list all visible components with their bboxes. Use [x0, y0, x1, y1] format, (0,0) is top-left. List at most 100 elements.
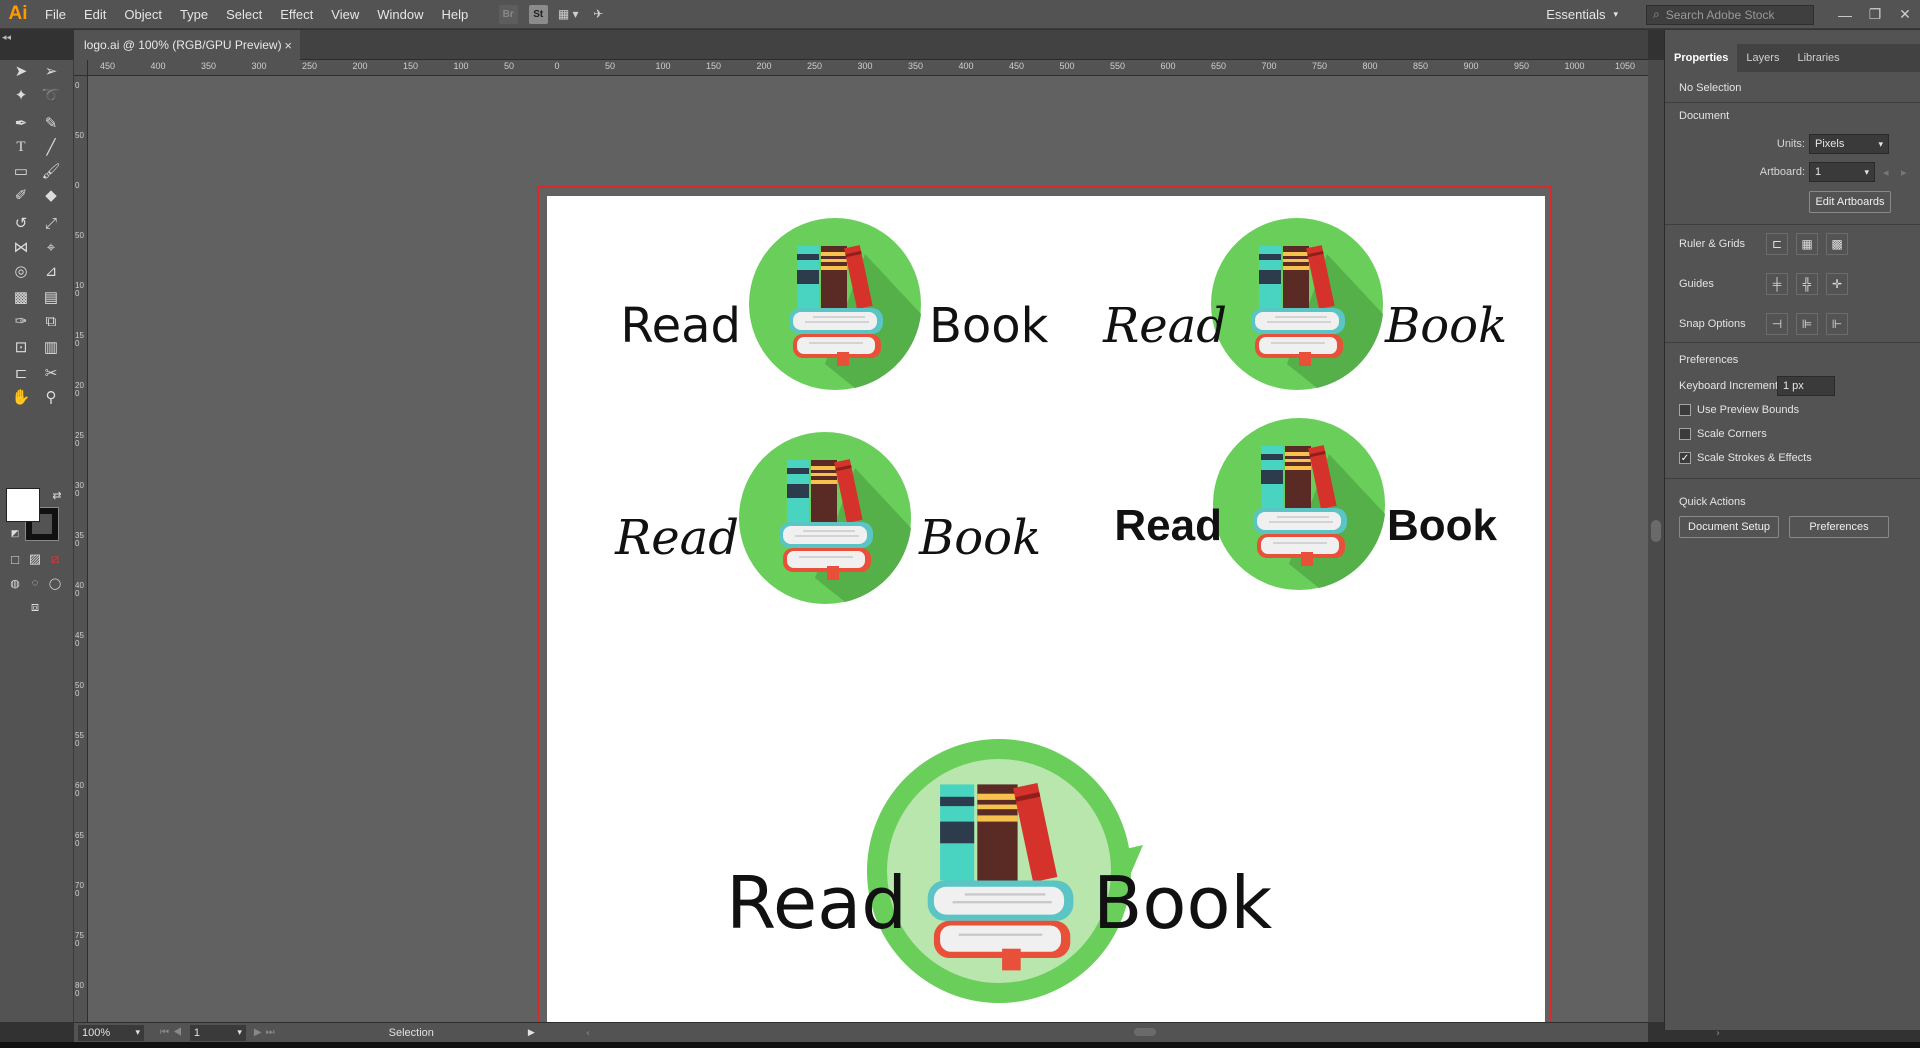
- canvas[interactable]: Read Book Read Book Read Book Read Book Read Book: [88, 76, 1648, 1022]
- paintbrush-tool-icon[interactable]: 🖌: [38, 160, 64, 182]
- default-colors-icon[interactable]: ◩: [2, 522, 28, 544]
- column-graph-tool-icon[interactable]: ▥: [38, 336, 64, 358]
- checkmark-icon[interactable]: ✓: [1679, 452, 1691, 464]
- menu-type[interactable]: Type: [171, 0, 217, 29]
- width-tool-icon[interactable]: ⋈: [8, 236, 34, 258]
- eraser-tool-icon[interactable]: ◆: [38, 184, 64, 206]
- artboard-tool-icon[interactable]: ⊏: [8, 362, 34, 384]
- fill-swatch[interactable]: [6, 488, 40, 522]
- pen-tool-icon[interactable]: ✒: [8, 112, 34, 134]
- zoom-select[interactable]: 100% ▾: [78, 1024, 144, 1041]
- snap-to-grid-icon[interactable]: ⊫: [1796, 313, 1818, 335]
- swap-colors-icon[interactable]: ⇄: [44, 484, 70, 506]
- ruler-corner[interactable]: [74, 60, 88, 76]
- ruler-toggle-icon[interactable]: ⊏: [1766, 233, 1788, 255]
- logo-group[interactable]: Read Book: [614, 432, 1041, 604]
- document-tab[interactable]: logo.ai @ 100% (RGB/GPU Preview) ×: [74, 30, 300, 60]
- direct-selection-tool-icon[interactable]: ➢: [38, 60, 64, 82]
- artboard-number-select[interactable]: 1 ▾: [189, 1024, 246, 1041]
- restore-button[interactable]: ❐: [1860, 6, 1890, 23]
- horizontal-scrollbar-thumb[interactable]: [1134, 1028, 1156, 1036]
- edit-artboards-button[interactable]: Edit Artboards: [1809, 191, 1891, 213]
- magic-wand-tool-icon[interactable]: ✦: [8, 84, 34, 106]
- bridge-icon[interactable]: Br: [497, 4, 519, 24]
- units-select[interactable]: Pixels ▾: [1809, 134, 1889, 154]
- selection-tool-icon[interactable]: ➤: [8, 60, 34, 82]
- symbol-sprayer-tool-icon[interactable]: ⊡: [8, 336, 34, 358]
- shape-builder-tool-icon[interactable]: ◎: [8, 260, 34, 282]
- free-transform-tool-icon[interactable]: ⌖: [38, 236, 64, 258]
- preferences-button[interactable]: Preferences: [1789, 516, 1889, 538]
- show-guides-icon[interactable]: ╪: [1766, 273, 1788, 295]
- document-setup-button[interactable]: Document Setup: [1679, 516, 1779, 538]
- snap-to-pixel-icon[interactable]: ⊩: [1826, 313, 1848, 335]
- menu-view[interactable]: View: [322, 0, 368, 29]
- workspace-switcher[interactable]: Essentials ▾: [1546, 7, 1618, 22]
- rectangle-tool-icon[interactable]: ▭: [8, 160, 34, 182]
- gpu-performance-icon[interactable]: ✈: [587, 4, 609, 24]
- next-artboard-icon[interactable]: ▸: [1901, 166, 1907, 179]
- artboard-next-last-icons[interactable]: ▶⏭: [254, 1027, 279, 1038]
- grid-toggle-icon[interactable]: ▦: [1796, 233, 1818, 255]
- checkbox-box[interactable]: [1679, 404, 1691, 416]
- screen-mode-icon[interactable]: ⧈: [22, 596, 48, 618]
- menu-file[interactable]: File: [36, 0, 75, 29]
- menu-object[interactable]: Object: [115, 0, 171, 29]
- keyboard-increment-input[interactable]: 1 px: [1777, 376, 1835, 396]
- menu-window[interactable]: Window: [368, 0, 432, 29]
- draw-inside-icon[interactable]: ◯: [42, 572, 68, 594]
- rotate-tool-icon[interactable]: ↺: [8, 212, 34, 234]
- use-preview-bounds-checkbox[interactable]: Use Preview Bounds: [1679, 404, 1799, 416]
- close-window-button[interactable]: ✕: [1890, 6, 1920, 23]
- menu-help[interactable]: Help: [432, 0, 477, 29]
- scale-corners-checkbox[interactable]: Scale Corners: [1679, 428, 1767, 440]
- tab-properties[interactable]: Properties: [1665, 44, 1738, 72]
- zoom-tool-icon[interactable]: ⚲: [38, 386, 64, 408]
- artboard-select[interactable]: 1 ▾: [1809, 162, 1875, 182]
- tab-layers[interactable]: Layers: [1737, 44, 1788, 72]
- scale-tool-icon[interactable]: ⤢: [38, 212, 64, 234]
- slice-tool-icon[interactable]: ✂: [38, 362, 64, 384]
- logo-group[interactable]: Read Book: [1102, 218, 1507, 390]
- blend-tool-icon[interactable]: ⧉: [38, 310, 64, 332]
- scroll-right-icon[interactable]: ›: [1716, 1028, 1720, 1038]
- prev-artboard-icon[interactable]: ◂: [1883, 166, 1889, 179]
- curvature-tool-icon[interactable]: ✎: [38, 112, 64, 134]
- checkbox-box[interactable]: [1679, 428, 1691, 440]
- snap-to-point-icon[interactable]: ⊣: [1766, 313, 1788, 335]
- artboard-first-prev-icons[interactable]: ⏮◀: [160, 1027, 186, 1038]
- stock-search-input[interactable]: ⌕ Search Adobe Stock: [1646, 4, 1814, 25]
- close-icon[interactable]: ×: [284, 38, 292, 53]
- perspective-grid-tool-icon[interactable]: ⊿: [38, 260, 64, 282]
- scroll-left-icon[interactable]: ‹: [586, 1028, 590, 1038]
- vertical-ruler[interactable]: 0 50 0 50 100 150 200 250 300 350 400 450 500 550 600 6…: [74, 76, 88, 1022]
- hand-tool-icon[interactable]: ✋: [8, 386, 34, 408]
- mesh-tool-icon[interactable]: ▩: [8, 286, 34, 308]
- logo-group[interactable]: Read Book: [726, 739, 1272, 1003]
- stock-icon[interactable]: St: [527, 4, 549, 24]
- logo-group[interactable]: Read Book: [1114, 418, 1498, 590]
- menu-select[interactable]: Select: [217, 0, 271, 29]
- collapse-icon[interactable]: ◂◂: [2, 32, 11, 43]
- lasso-tool-icon[interactable]: ➰: [38, 84, 64, 106]
- vertical-scrollbar[interactable]: [1648, 60, 1664, 1022]
- type-tool-icon[interactable]: T: [8, 136, 34, 158]
- transparency-grid-icon[interactable]: ▩: [1826, 233, 1848, 255]
- tab-libraries[interactable]: Libraries: [1788, 44, 1848, 72]
- gradient-tool-icon[interactable]: ▤: [38, 286, 64, 308]
- menu-edit[interactable]: Edit: [75, 0, 115, 29]
- horizontal-ruler[interactable]: 450 400 350 300 250 200 150 100 50 0 50 100 150 200 25…: [88, 60, 1648, 76]
- logo-group[interactable]: Read Book: [620, 218, 1049, 390]
- lock-guides-icon[interactable]: ╬: [1796, 273, 1818, 295]
- smart-guides-icon[interactable]: ✛: [1826, 273, 1848, 295]
- shaper-tool-icon[interactable]: ✐: [8, 184, 34, 206]
- line-tool-icon[interactable]: ╱: [38, 136, 64, 158]
- horizontal-scrollbar[interactable]: ‹ ›: [586, 1026, 1726, 1038]
- minimize-button[interactable]: —: [1830, 7, 1860, 23]
- vertical-scrollbar-thumb[interactable]: [1651, 520, 1661, 542]
- none-mode-icon[interactable]: ⧄: [42, 548, 68, 570]
- scale-strokes-checkbox[interactable]: ✓ Scale Strokes & Effects: [1679, 452, 1812, 464]
- artboard[interactable]: Read Book Read Book Read Book Read Book Read Book: [547, 196, 1545, 1022]
- eyedropper-tool-icon[interactable]: ✑: [8, 310, 34, 332]
- status-arrow-icon[interactable]: ▶: [528, 1027, 535, 1038]
